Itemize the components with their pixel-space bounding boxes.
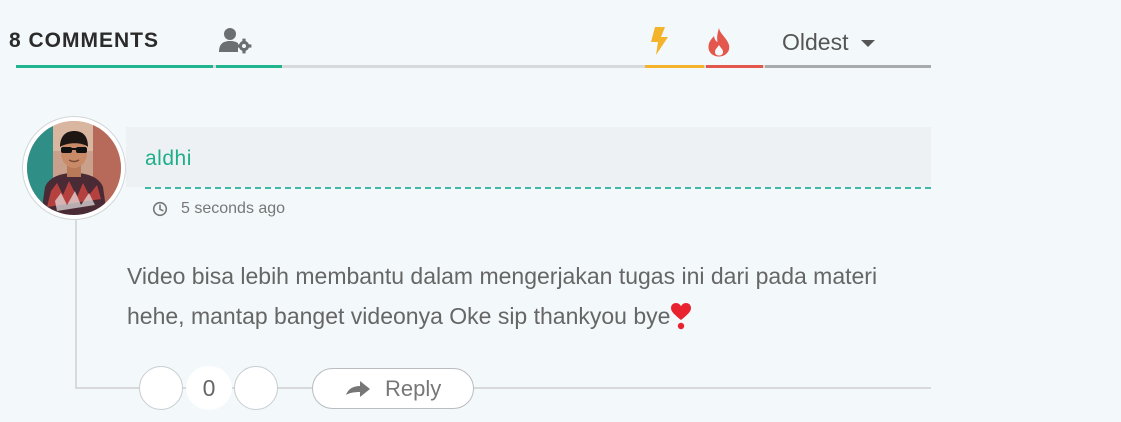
tab-underline-newest <box>645 65 704 68</box>
downvote-button[interactable] <box>234 366 278 410</box>
comment-text: Video bisa lebih membantu dalam mengerja… <box>127 263 878 329</box>
vote-count: 0 <box>186 366 232 410</box>
heart-exclamation-icon <box>671 303 692 330</box>
comment-header <box>126 127 931 187</box>
reply-arrow-icon <box>346 380 370 397</box>
sort-dropdown[interactable]: Oldest <box>782 28 876 56</box>
comment-body: Video bisa lebih membantu dalam mengerja… <box>127 256 927 336</box>
comment-author[interactable]: aldhi <box>145 146 192 172</box>
reply-label: Reply <box>385 375 442 401</box>
comment-header-divider <box>145 187 931 189</box>
comment-timestamp[interactable]: 5 seconds ago <box>152 199 285 219</box>
upvote-button[interactable] <box>139 366 183 410</box>
user-settings-icon[interactable] <box>219 27 253 55</box>
fire-icon[interactable] <box>707 27 731 57</box>
bolt-icon[interactable] <box>649 27 669 55</box>
tab-underline-sort <box>765 65 931 68</box>
avatar[interactable] <box>22 116 126 220</box>
reply-button[interactable]: Reply <box>312 368 474 409</box>
thread-line <box>75 212 77 389</box>
tab-underline-user <box>216 65 282 68</box>
comment-count-title: 8 COMMENTS <box>9 29 160 52</box>
sort-label: Oldest <box>782 29 849 55</box>
clock-icon <box>152 201 168 217</box>
tab-underline-popular <box>706 65 763 68</box>
chevron-down-icon <box>861 40 876 47</box>
tab-underline-comments <box>16 65 213 68</box>
timestamp-text: 5 seconds ago <box>181 200 286 217</box>
